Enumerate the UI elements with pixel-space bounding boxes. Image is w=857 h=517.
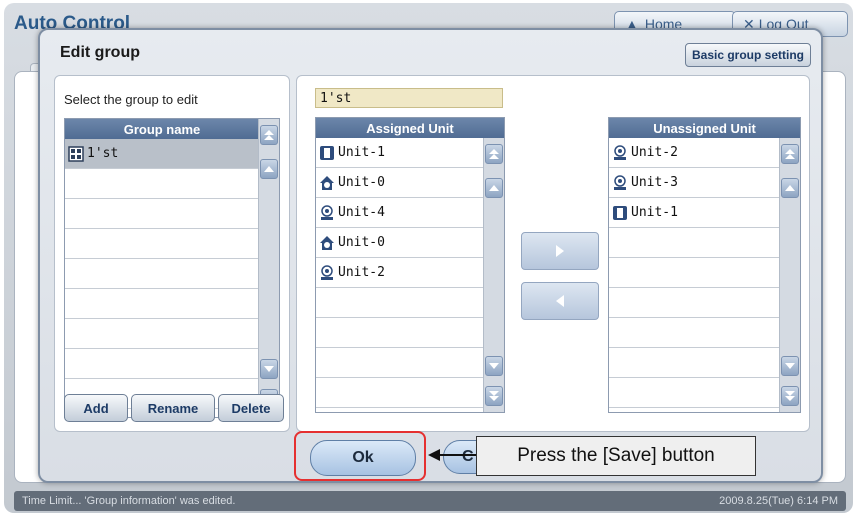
scrollbar[interactable] [258, 119, 279, 417]
select-group-label: Select the group to edit [64, 92, 198, 107]
list-item[interactable] [316, 288, 483, 318]
highlight-box [294, 431, 426, 481]
group-list: Group name 1'st [64, 118, 280, 418]
list-item-label: Unit-1 [631, 205, 678, 220]
delete-button[interactable]: Delete [218, 394, 284, 422]
ahu-unit-icon [611, 174, 629, 192]
list-item[interactable] [609, 378, 779, 408]
list-item[interactable]: Unit-0 [316, 228, 483, 258]
list-item[interactable] [609, 348, 779, 378]
list-item[interactable] [65, 229, 258, 259]
rename-button[interactable]: Rename [131, 394, 215, 422]
group-name-field[interactable]: 1'st [315, 88, 503, 108]
arrow-right-icon [556, 245, 564, 257]
list-item[interactable]: Unit-1 [316, 138, 483, 168]
scroll-down-button[interactable] [781, 356, 799, 376]
list-item-label: Unit-0 [338, 175, 385, 190]
list-item-label: Unit-2 [338, 265, 385, 280]
ahu-unit-icon [318, 264, 336, 282]
indoor-unit-icon [318, 144, 336, 162]
assign-right-button[interactable] [521, 232, 599, 270]
indoor-unit-icon [611, 204, 629, 222]
scroll-bottom-button[interactable] [485, 386, 503, 406]
list-item-label: 1'st [87, 146, 119, 161]
list-item-label: Unit-2 [631, 145, 678, 160]
list-item[interactable]: Unit-2 [609, 138, 779, 168]
list-item[interactable]: Unit-0 [316, 168, 483, 198]
list-item[interactable] [609, 318, 779, 348]
scroll-top-button[interactable] [781, 144, 799, 164]
list-item-label: Unit-4 [338, 205, 385, 220]
status-datetime: 2009.8.25(Tue) 6:14 PM [719, 495, 838, 507]
scrollbar[interactable] [483, 138, 504, 412]
ahu-unit-icon [318, 204, 336, 222]
group-list-header: Group name [65, 119, 259, 139]
list-item[interactable]: 1'st [65, 139, 258, 169]
list-item[interactable] [316, 378, 483, 408]
scroll-down-button[interactable] [485, 356, 503, 376]
scroll-down-button[interactable] [260, 359, 278, 379]
assigned-unit-list: Assigned Unit Unit-1 Unit-0 Unit-4 Unit-… [315, 117, 505, 413]
list-item-label: Unit-0 [338, 235, 385, 250]
list-item[interactable] [609, 228, 779, 258]
list-item[interactable] [316, 318, 483, 348]
edit-group-dialog: Edit group Basic group setting Select th… [38, 28, 823, 483]
ahu-unit-icon [611, 144, 629, 162]
unassigned-unit-list: Unassigned Unit Unit-2 Unit-3 Unit-1 [608, 117, 801, 413]
list-item[interactable]: Unit-2 [316, 258, 483, 288]
callout-arrow-icon [428, 449, 478, 461]
basic-group-setting-button[interactable]: Basic group setting [684, 43, 811, 67]
unassigned-unit-header: Unassigned Unit [609, 118, 800, 138]
scroll-up-button[interactable] [485, 178, 503, 198]
list-item[interactable] [609, 288, 779, 318]
house-unit-icon [318, 234, 336, 252]
scroll-up-button[interactable] [781, 178, 799, 198]
group-icon [67, 145, 85, 163]
add-button[interactable]: Add [64, 394, 128, 422]
scroll-top-button[interactable] [260, 125, 278, 145]
group-panel: Select the group to edit Group name 1'st [54, 75, 290, 432]
callout-label: Press the [Save] button [476, 436, 756, 476]
house-unit-icon [318, 174, 336, 192]
scrollbar[interactable] [779, 138, 800, 412]
list-item[interactable] [316, 348, 483, 378]
list-item-label: Unit-1 [338, 145, 385, 160]
list-item[interactable]: Unit-1 [609, 198, 779, 228]
list-item[interactable] [65, 199, 258, 229]
list-item[interactable] [65, 319, 258, 349]
scroll-top-button[interactable] [485, 144, 503, 164]
scroll-up-button[interactable] [260, 159, 278, 179]
list-item[interactable]: Unit-3 [609, 168, 779, 198]
status-message: Time Limit... 'Group information' was ed… [22, 495, 236, 507]
arrow-left-icon [556, 295, 564, 307]
list-item[interactable] [609, 258, 779, 288]
list-item-label: Unit-3 [631, 175, 678, 190]
list-item[interactable] [65, 349, 258, 379]
assign-left-button[interactable] [521, 282, 599, 320]
status-bar: Time Limit... 'Group information' was ed… [14, 491, 846, 511]
list-item[interactable] [65, 289, 258, 319]
scroll-bottom-button[interactable] [781, 386, 799, 406]
list-item[interactable] [65, 169, 258, 199]
assigned-unit-header: Assigned Unit [316, 118, 504, 138]
list-item[interactable] [65, 259, 258, 289]
list-item[interactable]: Unit-4 [316, 198, 483, 228]
dialog-title: Edit group [60, 44, 140, 61]
